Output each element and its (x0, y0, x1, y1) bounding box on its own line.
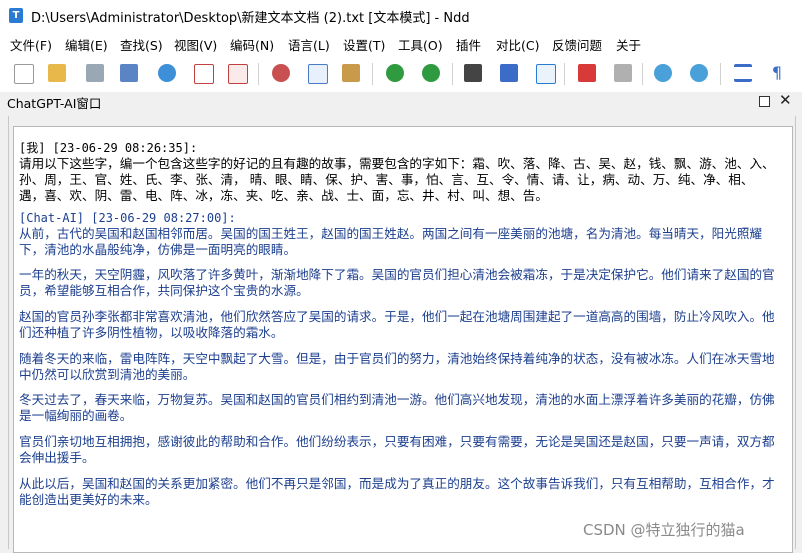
user-message-text: 请用以下这些字，编一个包含这些字的好记的且有趣的故事，需要包含的字如下：霜、吹、… (19, 156, 775, 203)
toolbar-separator (564, 63, 565, 85)
redo-icon[interactable] (422, 64, 440, 82)
undo-icon[interactable] (386, 64, 404, 82)
save-all-icon[interactable] (120, 64, 138, 82)
ai-paragraph: 从此以后，吴国和赵国的关系更加紧密。他们不再只是邻国，而是成为了真正的朋友。这个… (19, 476, 775, 507)
copy-icon[interactable] (308, 64, 328, 84)
zoom-in-icon[interactable] (654, 64, 672, 82)
toolbar-separator (452, 63, 453, 85)
ai-paragraph: 从前，古代的吴国和赵国相邻而居。吴国的国王姓王，赵国的国王姓赵。两国之间有一座美… (19, 226, 763, 257)
ai-paragraph: 冬天过去了，春天来临，万物复苏。吴国和赵国的官员们相约到清池一游。他们高兴地发现… (19, 392, 775, 423)
toolbar-separator (372, 63, 373, 85)
new-file-icon[interactable] (14, 64, 34, 84)
menu-compare[interactable]: 对比(C) (496, 35, 539, 54)
clear-highlight-icon[interactable] (614, 64, 632, 82)
menu-plugins[interactable]: 插件 (456, 35, 481, 54)
menu-about[interactable]: 关于 (616, 35, 641, 54)
title-bar: T D:\Users\Administrator\Desktop\新建文本文档 … (0, 0, 802, 32)
close-all-icon[interactable] (228, 64, 248, 84)
chat-text-area[interactable]: [我] [23-06-29 08:26:35]: 请用以下这些字，编一个包含这些… (13, 126, 793, 553)
bookmark-icon[interactable] (536, 64, 556, 84)
user-message-header: [我] [23-06-29 08:26:35]: (19, 141, 198, 155)
highlight-icon[interactable] (578, 64, 596, 82)
reload-icon[interactable] (158, 64, 176, 82)
toolbar-separator (720, 63, 721, 85)
open-file-icon[interactable] (48, 64, 66, 82)
replace-icon[interactable] (500, 64, 518, 82)
app-icon: T (9, 8, 23, 23)
word-wrap-icon[interactable] (734, 64, 752, 82)
close-icon[interactable] (194, 64, 214, 84)
float-panel-icon[interactable] (759, 96, 770, 107)
panel-header: ChatGPT-AI窗口 ✕ (0, 91, 802, 112)
zoom-out-icon[interactable] (690, 64, 708, 82)
find-icon[interactable] (464, 64, 482, 82)
toolbar-separator (642, 63, 643, 85)
menu-file[interactable]: 文件(F) (10, 35, 52, 54)
ai-paragraph: 一年的秋天，天空阴霾，风吹落了许多黄叶，渐渐地降下了霜。吴国的官员们担心清池会被… (19, 267, 775, 298)
menu-encoding[interactable]: 编码(N) (230, 35, 274, 54)
paste-icon[interactable] (342, 64, 360, 82)
toolbar: ¶ (0, 54, 802, 93)
menu-search[interactable]: 查找(S) (120, 35, 163, 54)
menu-edit[interactable]: 编辑(E) (65, 35, 108, 54)
menu-settings[interactable]: 设置(T) (343, 35, 385, 54)
window-title: D:\Users\Administrator\Desktop\新建文本文档 (2… (31, 11, 470, 26)
menu-feedback[interactable]: 反馈问题 (552, 35, 602, 54)
save-icon[interactable] (86, 64, 104, 82)
toolbar-separator (258, 63, 259, 85)
ai-paragraph: 官员们亲切地互相拥抱，感谢彼此的帮助和合作。他们纷纷表示，只要有困难，只要有需要… (19, 434, 775, 465)
cut-icon[interactable] (272, 64, 290, 82)
watermark: CSDN @特立独行的猫a (583, 521, 745, 539)
panel-title: ChatGPT-AI窗口 (7, 96, 102, 111)
close-panel-icon[interactable]: ✕ (779, 91, 792, 109)
ai-message-header: [Chat-AI] [23-06-29 08:27:00]: (19, 211, 236, 225)
menu-language[interactable]: 语言(L) (288, 35, 330, 54)
show-symbols-icon[interactable]: ¶ (768, 64, 786, 82)
editor-frame: [我] [23-06-29 08:26:35]: 请用以下这些字，编一个包含这些… (8, 116, 796, 553)
ai-paragraph: 赵国的官员孙李张都非常喜欢清池，他们欣然答应了吴国的请求。于是，他们一起在池塘周… (19, 309, 775, 340)
menu-view[interactable]: 视图(V) (174, 35, 217, 54)
menu-tools[interactable]: 工具(O) (398, 35, 443, 54)
ai-paragraph: 随着冬天的来临，雷电阵阵，天空中飘起了大雪。但是，由于官员们的努力，清池始终保持… (19, 351, 775, 382)
menu-bar: 文件(F) 编辑(E) 查找(S) 视图(V) 编码(N) 语言(L) 设置(T… (0, 32, 802, 54)
